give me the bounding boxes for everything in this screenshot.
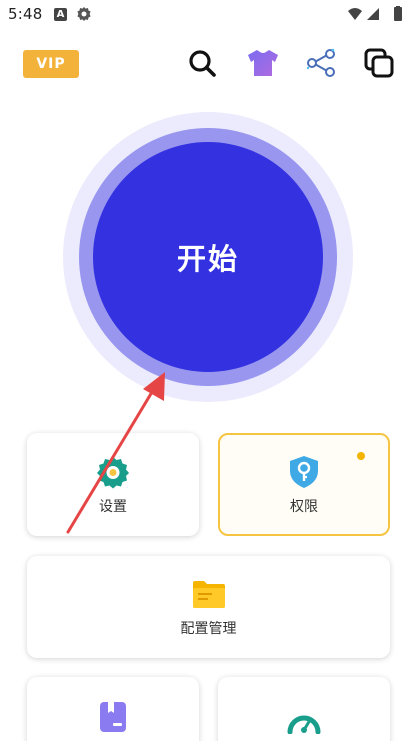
status-time: 5:48 bbox=[8, 5, 43, 23]
permissions-card[interactable]: 权限 bbox=[218, 433, 390, 536]
wifi-icon bbox=[348, 8, 362, 20]
speed-card[interactable] bbox=[218, 677, 390, 741]
share-button[interactable] bbox=[304, 46, 338, 80]
notification-dot bbox=[357, 452, 365, 460]
gear-icon bbox=[95, 454, 131, 490]
tshirt-icon bbox=[248, 50, 278, 76]
status-bar: 5:48 A bbox=[0, 0, 417, 30]
permissions-card-label: 权限 bbox=[290, 498, 318, 515]
start-button-label: 开始 bbox=[176, 242, 239, 276]
settings-card-label: 设置 bbox=[99, 498, 127, 515]
search-button[interactable] bbox=[185, 46, 219, 80]
shield-key-icon bbox=[286, 454, 322, 490]
config-management-card[interactable]: 配置管理 bbox=[27, 556, 390, 658]
copy-button[interactable] bbox=[362, 46, 396, 80]
bookmark-card[interactable] bbox=[27, 677, 199, 741]
vip-button[interactable]: VIP bbox=[23, 50, 79, 78]
folder-icon bbox=[191, 576, 227, 612]
search-icon bbox=[189, 50, 216, 77]
copy-icon bbox=[364, 48, 394, 78]
theme-button[interactable] bbox=[246, 46, 280, 80]
signal-icon bbox=[367, 8, 379, 20]
speedometer-icon bbox=[286, 703, 322, 739]
config-management-card-label: 配置管理 bbox=[180, 621, 237, 637]
battery-icon bbox=[394, 7, 402, 21]
a-notification-icon: A bbox=[54, 8, 67, 21]
share-icon bbox=[306, 48, 335, 77]
bookmark-icon bbox=[95, 699, 131, 735]
settings-card[interactable]: 设置 bbox=[27, 433, 199, 536]
status-icons bbox=[348, 6, 402, 21]
settings-notification-icon bbox=[77, 7, 91, 21]
start-button[interactable]: 开始 bbox=[93, 142, 323, 372]
